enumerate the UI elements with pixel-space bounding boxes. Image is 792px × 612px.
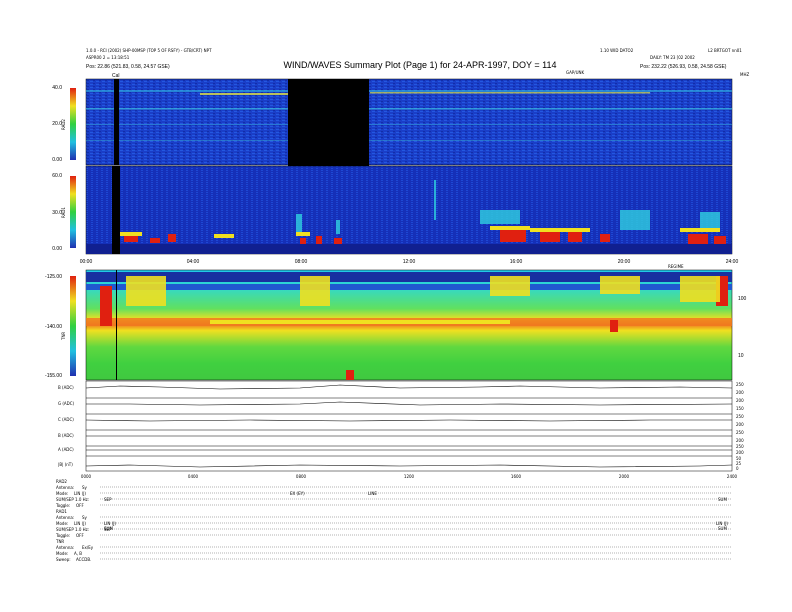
svg-text:Toggle:: Toggle: (55, 503, 70, 508)
svg-text:SUM: SUM (104, 526, 113, 531)
svg-text:Toggle:: Toggle: (55, 533, 70, 538)
svg-text:100: 100 (738, 296, 747, 302)
svg-text:RAD2: RAD2 (56, 479, 67, 484)
svg-text:30.0: 30.0 (52, 210, 62, 216)
rad2-panel: RAD2 40.0 20.0 0.00 (52, 78, 733, 166)
svg-text:SUM/SEP 1.0 Hz:: SUM/SEP 1.0 Hz: (56, 497, 89, 502)
time-tick: 1200 (404, 474, 415, 479)
time-tick: 04:00 (187, 259, 200, 265)
svg-text:SUM: SUM (718, 526, 727, 531)
plot-title: WIND/WAVES Summary Plot (Page 1) for 24-… (283, 60, 556, 70)
data-gap-block (288, 79, 369, 166)
svg-text:200: 200 (736, 438, 744, 443)
svg-text:-140.00: -140.00 (45, 324, 62, 330)
svg-text:TNR: TNR (55, 539, 64, 544)
header-left-2: ASPR00 2 = 13:18:51 (86, 55, 130, 60)
svg-text:0.00: 0.00 (52, 246, 62, 252)
svg-text:250: 250 (736, 430, 744, 435)
svg-text:150: 150 (736, 406, 744, 411)
gap-label: GAP/UNK (566, 70, 585, 75)
svg-text:Antenna:: Antenna: (56, 545, 74, 550)
svg-text:OFF: OFF (76, 503, 84, 508)
svg-text:SUM/SEP 1.0 Hz:: SUM/SEP 1.0 Hz: (56, 527, 89, 532)
time-tick: 24:00 (726, 259, 739, 265)
time-tick: 1600 (511, 474, 522, 479)
svg-text:Mode:: Mode: (56, 491, 68, 496)
bottom-time-axis: 0000 0400 0800 1200 1600 2000 2400 (81, 474, 738, 479)
svg-text:RAD1: RAD1 (56, 509, 67, 514)
time-axis: 00:00 04:00 08:00 12:00 16:00 20:00 24:0… (80, 259, 739, 269)
time-tick: 08:00 (295, 259, 308, 265)
svg-text:REGIME: REGIME (668, 264, 684, 269)
status-section (100, 486, 732, 560)
svg-text:C (ADC): C (ADC) (58, 417, 74, 422)
rad1-panel: RAD1 60.0 30.0 0.00 (52, 165, 733, 255)
time-tick: 0800 (296, 474, 307, 479)
svg-text:Mode:: Mode: (56, 521, 68, 526)
svg-text:Ex/Ey: Ex/Ey (82, 545, 94, 550)
svg-text:200: 200 (736, 390, 744, 395)
svg-text:250: 250 (736, 414, 744, 419)
svg-text:250: 250 (736, 444, 744, 449)
header-mid: 1.10 WID DATO2 (600, 48, 634, 53)
cal-label: Cal (112, 73, 120, 79)
svg-text:TNR: TNR (61, 332, 66, 341)
svg-text:10: 10 (738, 353, 744, 359)
svg-text:Sy: Sy (82, 485, 88, 490)
header-left-3: Pos: 22.86 (521.83, 0.58, 24.57 GSE) (86, 64, 170, 70)
header-right-1: L2 BRTGOT nn01 (708, 48, 742, 53)
svg-text:-155.00: -155.00 (45, 373, 62, 379)
svg-text:LIN (J): LIN (J) (74, 521, 86, 526)
svg-text:-125.00: -125.00 (45, 274, 62, 280)
svg-text:Sweep:: Sweep: (56, 557, 71, 562)
tnr-panel: TNR -125.00 -140.00 -155.00 100 10 (45, 269, 747, 381)
svg-text:OFF: OFF (76, 533, 84, 538)
svg-text:ACCDB.: ACCDB. (76, 557, 91, 562)
svg-text:40.0: 40.0 (52, 85, 62, 91)
svg-text:SUM: SUM (718, 497, 727, 502)
svg-text:LINE: LINE (368, 491, 377, 496)
rad2-colorbar (70, 88, 76, 160)
svg-text:Sy: Sy (82, 515, 88, 520)
svg-text:Antenna:: Antenna: (56, 485, 74, 490)
rad1-colorbar (70, 176, 76, 248)
svg-text:Mode:: Mode: (56, 551, 68, 556)
time-tick: 0000 (81, 474, 92, 479)
svg-text:200: 200 (736, 422, 744, 427)
header-left-1: 1.0.0 - RCI (2002) SHP-00MSP (TOP 5 OF R… (86, 48, 212, 53)
time-tick: 2400 (727, 474, 738, 479)
tnr-colorbar (70, 276, 76, 376)
svg-text:A, B: A, B (74, 551, 82, 556)
svg-text:200: 200 (736, 398, 744, 403)
svg-text:250: 250 (736, 382, 744, 387)
time-tick: 12:00 (403, 259, 416, 265)
svg-text:G (ADC): G (ADC) (58, 401, 75, 406)
svg-text:A (ADC): A (ADC) (58, 447, 74, 452)
analog-panel: B (ADC) G (ADC) C (ADC) B (ADC) A (ADC) … (58, 380, 744, 472)
svg-text:B (ADC): B (ADC) (58, 385, 74, 390)
time-tick: 16:00 (510, 259, 523, 265)
ticks-right-top: MHZ (740, 72, 749, 77)
time-tick: 2000 (619, 474, 630, 479)
svg-text:0.00: 0.00 (52, 157, 62, 163)
svg-text:LIN (J): LIN (J) (74, 491, 86, 496)
status-labels: RAD2 Antenna: Sy Mode: LIN (J) SUM/SEP 1… (55, 479, 728, 562)
time-tick: 00:00 (80, 259, 93, 265)
svg-text:EX (EY): EX (EY) (290, 491, 305, 496)
time-tick: 20:00 (618, 259, 631, 265)
summary-plot: WIND/WAVES Summary Plot (Page 1) for 24-… (45, 48, 749, 562)
svg-text:200: 200 (736, 450, 744, 455)
svg-text:B (ADC): B (ADC) (58, 433, 74, 438)
svg-text:SEP: SEP (104, 497, 112, 502)
svg-text:Antenna:: Antenna: (56, 515, 74, 520)
svg-text:0: 0 (736, 466, 739, 471)
svg-text:|B| (nT): |B| (nT) (58, 462, 73, 467)
svg-text:60.0: 60.0 (52, 173, 62, 179)
header-right-3: Pos: 232.22 (526.93, 0.58, 24.58 GSE) (640, 64, 727, 70)
header-right-2: DAILY: TM 23 [02 2002 (650, 55, 695, 60)
svg-text:20.0: 20.0 (52, 121, 62, 127)
time-tick: 0400 (188, 474, 199, 479)
